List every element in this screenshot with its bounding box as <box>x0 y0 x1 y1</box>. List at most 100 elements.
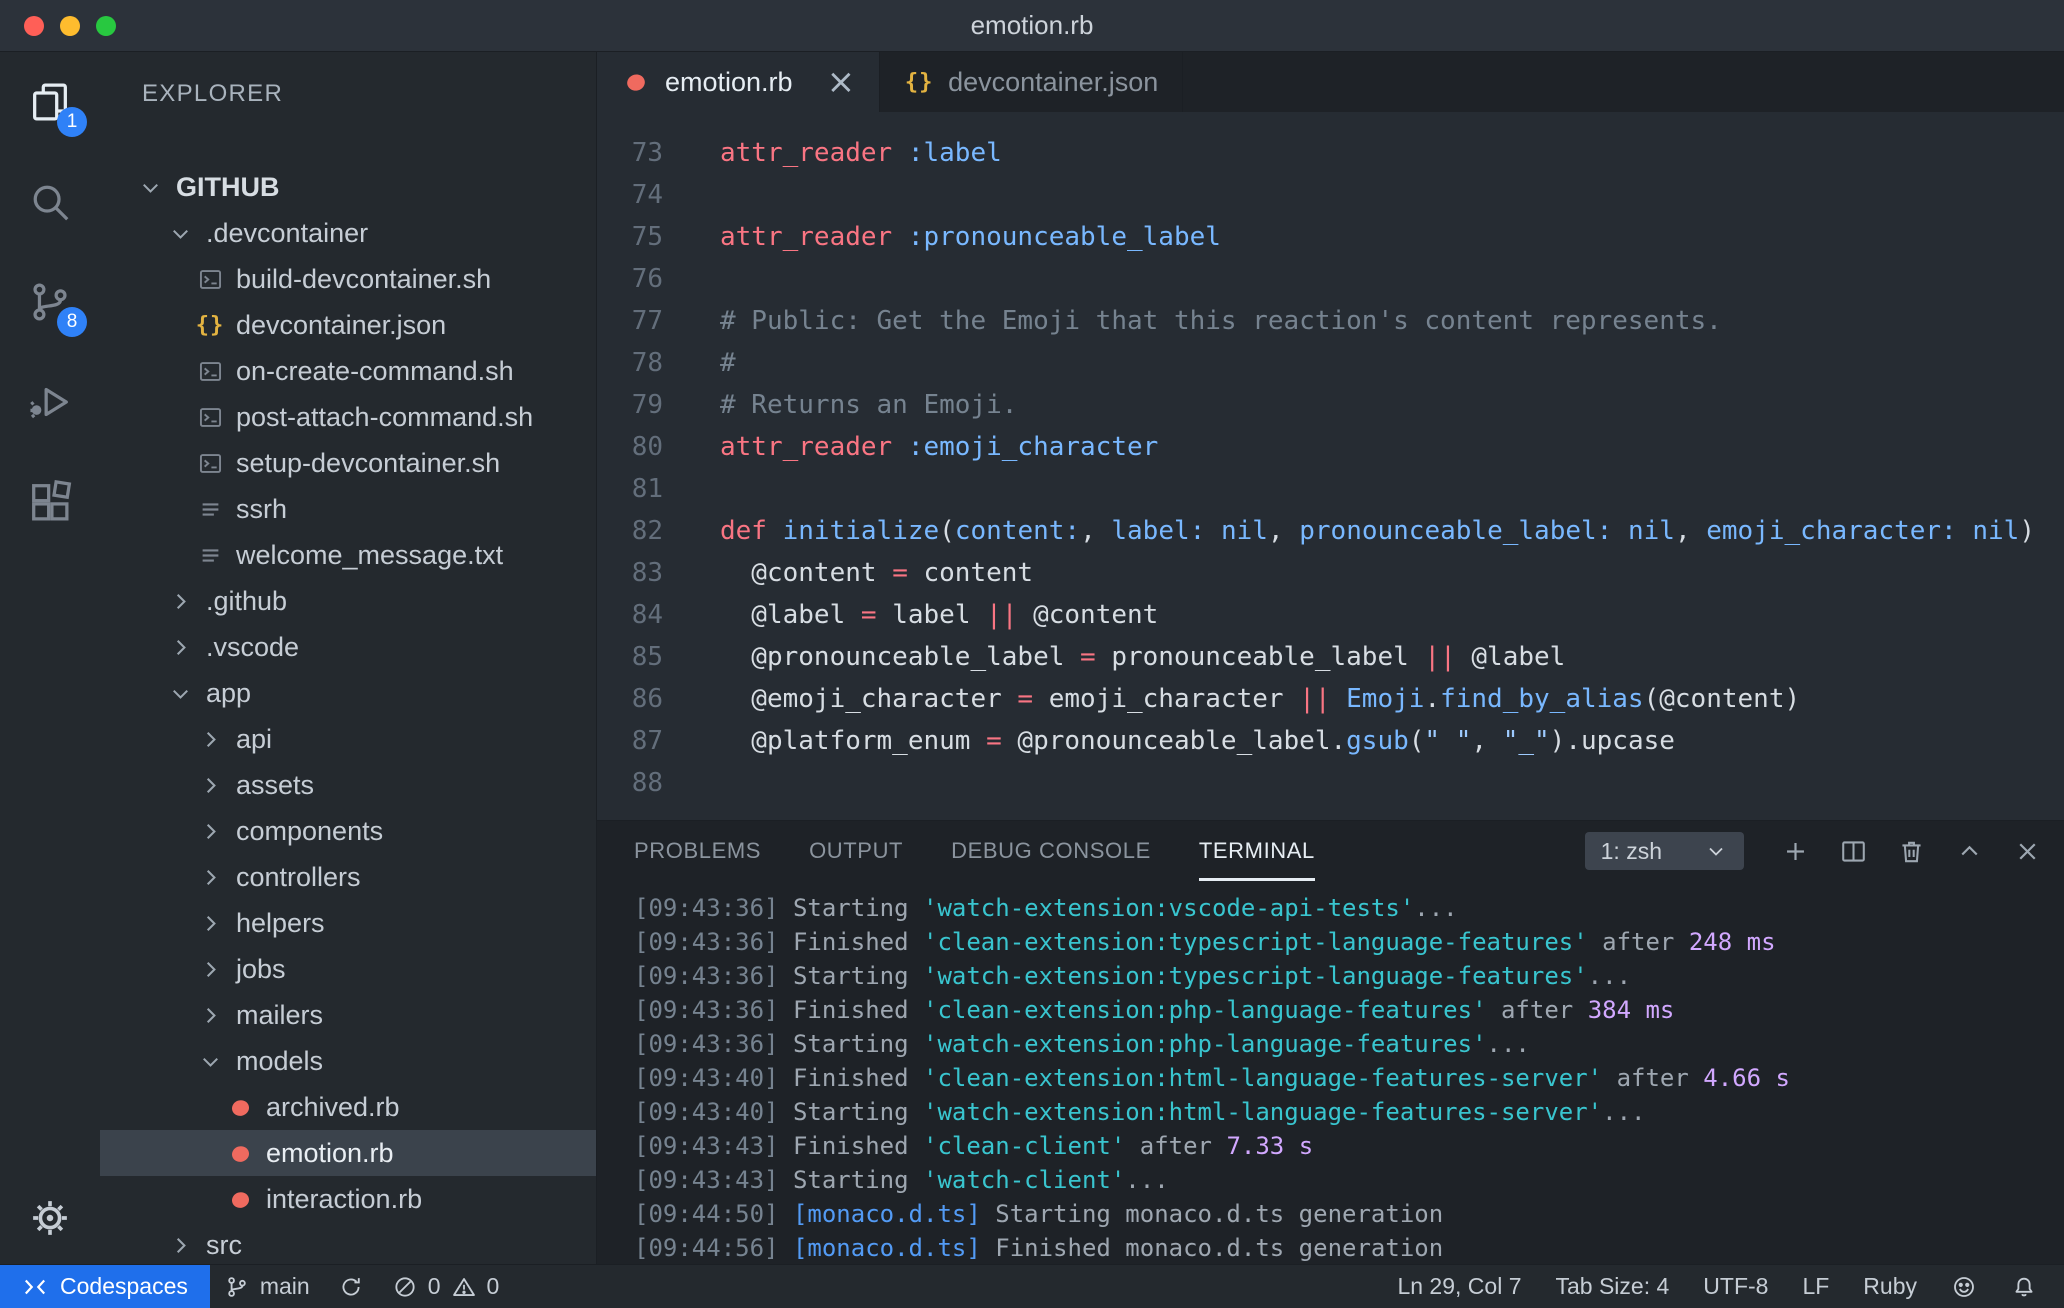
line-number: 79 <box>631 390 663 420</box>
encoding-setting[interactable]: UTF-8 <box>1686 1265 1785 1308</box>
git-branch-icon <box>228 1276 246 1297</box>
minimize-window-button[interactable] <box>60 15 80 36</box>
activity-settings[interactable] <box>0 1172 100 1264</box>
eol-setting[interactable]: LF <box>1785 1265 1846 1308</box>
code-line-81[interactable]: 81 <box>597 468 2064 510</box>
panel-tab-output[interactable]: OUTPUT <box>809 821 903 881</box>
line-number: 83 <box>631 558 663 588</box>
problems-button[interactable]: 0 0 <box>378 1265 514 1308</box>
tree-item-label: .github <box>206 585 288 616</box>
cursor-position[interactable]: Ln 29, Col 7 <box>1380 1265 1538 1308</box>
tree-item-GITHUB[interactable]: GITHUB <box>100 164 596 210</box>
tree-item-label: models <box>236 1045 324 1076</box>
code-line-85[interactable]: 85 @pronounceable_label = pronounceable_… <box>597 636 2064 678</box>
smiley-icon <box>1954 1276 1974 1297</box>
code-line-87[interactable]: 87 @platform_enum = @pronounceable_label… <box>597 720 2064 762</box>
kill-terminal-button[interactable] <box>1894 834 1928 868</box>
sync-button[interactable] <box>324 1265 378 1308</box>
code-line-77[interactable]: 77 # Public: Get the Emoji that this reac… <box>597 300 2064 342</box>
branch-button[interactable]: main <box>210 1265 324 1308</box>
tree-item-post-attach-command.sh[interactable]: post-attach-command.sh <box>100 394 596 440</box>
code-line-79[interactable]: 79 # Returns an Emoji. <box>597 384 2064 426</box>
tree-item-controllers[interactable]: controllers <box>100 854 596 900</box>
tree-item-.devcontainer[interactable]: .devcontainer <box>100 210 596 256</box>
tree-item-src[interactable]: src <box>100 1222 596 1264</box>
language-mode[interactable]: Ruby <box>1846 1265 1934 1308</box>
error-count: 0 <box>427 1273 441 1299</box>
tree-item-label: build-devcontainer.sh <box>236 263 492 294</box>
tree-item-mailers[interactable]: mailers <box>100 992 596 1038</box>
tree-item-components[interactable]: components <box>100 808 596 854</box>
tree-item-api[interactable]: api <box>100 716 596 762</box>
tree-item-build-devcontainer.sh[interactable]: build-devcontainer.sh <box>100 256 596 302</box>
activity-search[interactable] <box>0 152 100 252</box>
terminal-output[interactable]: [09:43:36] Starting 'watch-extension:vsc… <box>597 881 2064 1264</box>
tree-item-label: src <box>206 1229 242 1260</box>
code-line-74[interactable]: 74 <box>597 174 2064 216</box>
tab-devcontainer.json[interactable]: {} devcontainer.json <box>880 52 1184 112</box>
feedback-button[interactable] <box>1934 1265 1994 1308</box>
chevron-up-icon <box>1960 845 1978 855</box>
tree-item-setup-devcontainer.sh[interactable]: setup-devcontainer.sh <box>100 440 596 486</box>
editor-group: emotion.rb × {} devcontainer.json 73 attr_re… <box>596 52 2064 1264</box>
tree-item-archived.rb[interactable]: archived.rb <box>100 1084 596 1130</box>
zoom-window-button[interactable] <box>96 15 116 36</box>
code-line-80[interactable]: 80 attr_reader :emoji_character <box>597 426 2064 468</box>
panel-tab-terminal[interactable]: TERMINAL <box>1198 821 1315 881</box>
notifications-button[interactable] <box>1994 1265 2054 1308</box>
tree-item-on-create-command.sh[interactable]: on-create-command.sh <box>100 348 596 394</box>
tree-item-jobs[interactable]: jobs <box>100 946 596 992</box>
new-terminal-button[interactable] <box>1778 834 1812 868</box>
bottom-panel: PROBLEMS OUTPUT DEBUG CONSOLE TERMINAL 1: z… <box>597 820 2064 1264</box>
split-terminal-button[interactable] <box>1836 834 1870 868</box>
tree-item-assets[interactable]: assets <box>100 762 596 808</box>
indentation-setting[interactable]: Tab Size: 4 <box>1538 1265 1686 1308</box>
terminal-line: [09:43:43] Finished 'clean-client' after… <box>634 1132 1314 1160</box>
tree-item-label: assets <box>236 769 315 800</box>
code-editor[interactable]: 73 attr_reader :label 74 75 attr_reader :pro… <box>597 112 2064 820</box>
chevron-right-icon <box>194 815 226 847</box>
tree-item-devcontainer.json[interactable]: {} devcontainer.json <box>100 302 596 348</box>
panel-tab-problems[interactable]: PROBLEMS <box>634 821 761 881</box>
code-line-76[interactable]: 76 <box>597 258 2064 300</box>
activity-source-control[interactable]: 8 <box>0 252 100 352</box>
tree-item-.github[interactable]: .github <box>100 578 596 624</box>
code-line-73[interactable]: 73 attr_reader :label <box>597 132 2064 174</box>
terminal-line: [09:43:36] Starting 'watch-extension:vsc… <box>634 894 1458 922</box>
tree-item-emotion.rb[interactable]: emotion.rb <box>100 1130 596 1176</box>
activity-explorer[interactable]: 1 <box>0 52 100 152</box>
run-debug-icon <box>30 387 68 419</box>
code-line-82[interactable]: 82 def initialize(content:, label: nil, p… <box>597 510 2064 552</box>
line-number: 87 <box>631 726 663 756</box>
code-line-86[interactable]: 86 @emoji_character = emoji_character ||… <box>597 678 2064 720</box>
bell-icon <box>2015 1277 2033 1296</box>
tab-emotion.rb[interactable]: emotion.rb × <box>597 52 881 112</box>
panel-tab-debug-console[interactable]: DEBUG CONSOLE <box>951 821 1151 881</box>
close-tab-icon[interactable]: × <box>827 65 856 99</box>
tree-item-welcome_message.txt[interactable]: welcome_message.txt <box>100 532 596 578</box>
activity-extensions[interactable] <box>0 452 100 552</box>
tree-item-interaction.rb[interactable]: interaction.rb <box>100 1176 596 1222</box>
close-panel-button[interactable] <box>2010 834 2044 868</box>
codespaces-remote-button[interactable]: Codespaces <box>0 1265 210 1308</box>
line-number: 84 <box>631 600 663 630</box>
code-line-83[interactable]: 83 @content = content <box>597 552 2064 594</box>
line-number: 85 <box>631 642 663 672</box>
shell-select-label: 1: zsh <box>1600 837 1662 864</box>
tree-item-helpers[interactable]: helpers <box>100 900 596 946</box>
code-line-78[interactable]: 78 # <box>597 342 2064 384</box>
code-line-88[interactable]: 88 <box>597 762 2064 804</box>
tree-item-label: GITHUB <box>176 171 280 202</box>
maximize-panel-button[interactable] <box>1952 834 1986 868</box>
activity-run-debug[interactable] <box>0 352 100 452</box>
window-controls <box>0 15 116 36</box>
tree-item-ssrh[interactable]: ssrh <box>100 486 596 532</box>
tree-item-app[interactable]: app <box>100 670 596 716</box>
code-line-84[interactable]: 84 @label = label || @content <box>597 594 2064 636</box>
chevron-down-icon <box>194 1045 226 1077</box>
code-line-75[interactable]: 75 attr_reader :pronounceable_label <box>597 216 2064 258</box>
close-window-button[interactable] <box>24 15 44 36</box>
terminal-shell-select[interactable]: 1: zsh <box>1584 832 1744 870</box>
tree-item-.vscode[interactable]: .vscode <box>100 624 596 670</box>
tree-item-models[interactable]: models <box>100 1038 596 1084</box>
